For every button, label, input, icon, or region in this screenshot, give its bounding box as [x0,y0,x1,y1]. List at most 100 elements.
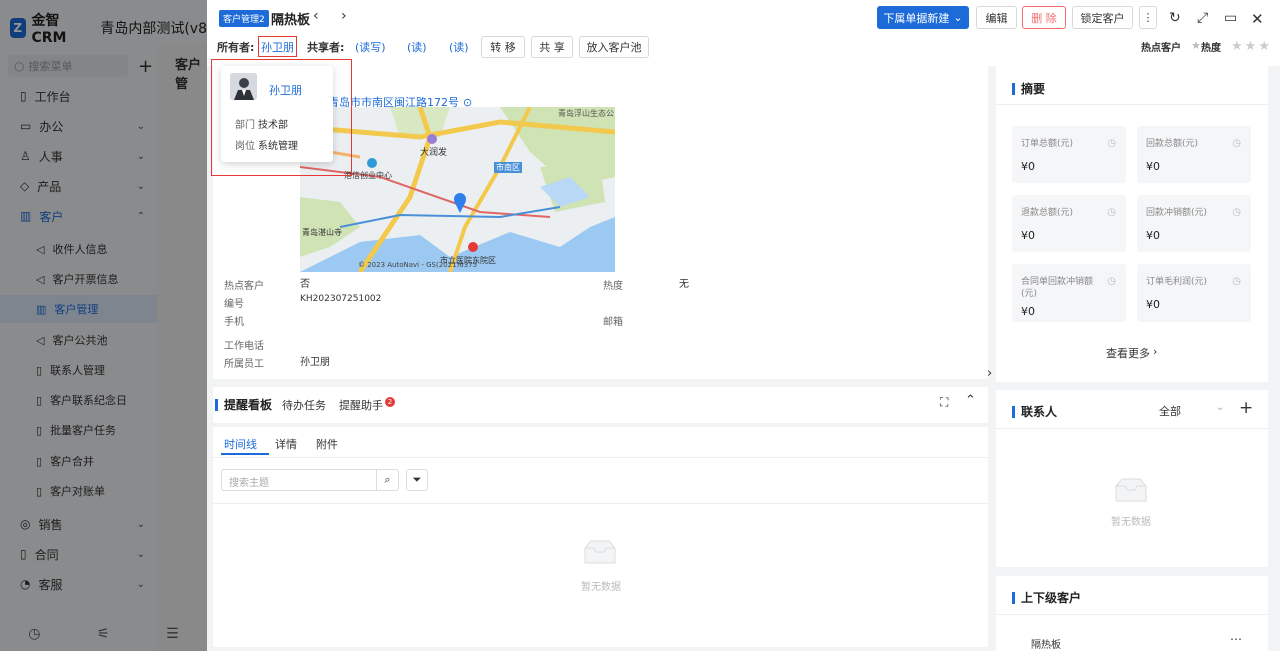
move-to-pool-button[interactable]: 放入客户池 [579,36,649,58]
summary-box-writeoff[interactable]: 回款冲销额(元) ◷ ¥0 [1137,195,1251,252]
refresh-icon[interactable]: ↻ [1169,10,1181,26]
star-icon[interactable]: ★ [1191,39,1201,52]
heat-field-label: 热度 [603,281,623,292]
empty-text: 暂无数据 [581,582,621,593]
dept-value: 技术部 [258,120,288,131]
work-phone-label: 工作电话 [224,341,264,352]
collapse-up-icon[interactable]: ⌃ [965,393,976,408]
hot-customer-label: 热点客户 [1141,43,1181,54]
chevron-right-icon: › [1153,345,1158,358]
summary-title: 摘要 [1012,80,1045,97]
chevron-down-icon: ⌄ [953,11,963,24]
owner-label: 所有者: [217,41,255,54]
detail-header: 客户管理2 隔热板 ‹ › 下属单据新建 ⌄ 编辑 删 除 锁定客户 ⋮ ↻ ⤢ … [207,0,1280,66]
divider [996,104,1268,105]
summary-card: 摘要 订单总额(元) ◷ ¥0 回款总额(元) ◷ ¥0 退款总额(元) ◷ ¥0 回款冲销… [996,66,1268,382]
code-value: KH202307251002 [300,294,382,304]
contacts-title: 联系人 [1012,403,1057,420]
share-link-r[interactable]: (读) [449,39,469,55]
subtab-timeline[interactable]: 时间线 [224,436,257,452]
heat-label: 热度 [1201,43,1221,54]
next-record-icon[interactable]: › [341,8,347,24]
owner-info-popup: 孙卫朋 部门 技术部 岗位 系统管理 [221,66,333,162]
reminder-board-header: 提醒看板 待办任务 提醒助手 2 ⛶ ⌃ [213,387,988,423]
hot-customer-field-label: 热点客户 [224,281,264,292]
contacts-card: 联系人 全部 ⌄ + 暂无数据 [996,390,1268,567]
new-sub-document-button[interactable]: 下属单据新建 ⌄ [877,6,969,29]
clock-icon: ◷ [1107,276,1116,287]
summary-box-refund-total[interactable]: 退款总额(元) ◷ ¥0 [1012,195,1126,252]
staff-value: 孙卫朋 [300,357,330,368]
divider [213,503,988,504]
heat-rating[interactable]: ★★★ [1231,39,1272,54]
avatar [230,73,257,100]
map-label: 大润发 [420,148,448,158]
map-label: 市南区 [494,162,522,173]
delete-button[interactable]: 删 除 [1022,6,1066,29]
heat-value: 无 [679,279,689,290]
minimize-icon[interactable]: ▭ [1224,10,1237,26]
search-icon[interactable]: ⌕ [376,470,398,490]
summary-box-contract-writeoff[interactable]: 合同单回款冲销额(元) ◷ ¥0 [1012,264,1126,322]
code-label: 编号 [224,299,244,310]
post-value: 系统管理 [258,141,298,152]
dept-label: 部门 [235,120,255,131]
divider [996,428,1268,429]
filter-icon[interactable]: ⏷ [406,469,428,491]
mobile-label: 手机 [224,317,244,328]
more-options-icon[interactable]: ⋯ [1230,632,1242,646]
module-tag: 客户管理2 [219,10,269,27]
more-options-button[interactable]: ⋮ [1139,6,1157,29]
modal-overlay[interactable] [0,0,207,651]
reminder-title: 提醒看板 [215,396,272,413]
empty-inbox-icon [584,540,616,564]
share-label: 共享者: [307,41,345,54]
map-copyright: © 2023 AutoNavi - GS(2021)6375 [358,261,478,269]
helper-badge: 2 [385,397,395,407]
divider [213,457,988,458]
transfer-button[interactable]: 转 移 [481,36,525,58]
close-icon[interactable]: ✕ [1251,10,1264,28]
summary-box-order-total[interactable]: 订单总额(元) ◷ ¥0 [1012,126,1126,183]
clock-icon: ◷ [1232,138,1241,149]
customer-detail-drawer: 客户管理2 隔热板 ‹ › 下属单据新建 ⌄ 编辑 删 除 锁定客户 ⋮ ↻ ⤢ … [207,0,1280,651]
tab-todo[interactable]: 待办任务 [282,397,326,413]
clock-icon: ◷ [1107,138,1116,149]
email-label: 邮箱 [603,317,623,328]
parent-child-item[interactable]: 隔热板 [1031,636,1061,651]
tab-helper[interactable]: 提醒助手 [339,397,383,413]
subtab-detail[interactable]: 详情 [275,436,297,452]
subtab-attachment[interactable]: 附件 [316,436,338,452]
owner-link[interactable]: 孙卫朋 [258,36,297,57]
empty-text: 暂无数据 [1111,517,1151,528]
parent-child-customers-card: 上下级客户 隔热板 ⋯ [996,576,1268,651]
expand-icon[interactable]: ⛶ [940,395,948,410]
add-contact-icon[interactable]: + [1239,398,1253,418]
contacts-filter-select[interactable]: 全部 [1159,403,1181,419]
post-label: 岗位 [235,141,255,152]
view-more-link[interactable]: 查看更多 › [1106,345,1157,361]
clock-icon: ◷ [1232,276,1241,287]
share-button[interactable]: 共 享 [531,36,573,58]
share-link-rw[interactable]: (读写) [355,39,386,55]
lock-customer-button[interactable]: 锁定客户 [1072,6,1133,29]
clock-icon: ◷ [1232,207,1241,218]
page-title: 隔热板 [271,13,311,28]
map-label: 青岛浮山生态公 [558,109,614,118]
chevron-down-icon[interactable]: ⌄ [1216,402,1224,413]
divider [996,614,1268,615]
staff-label: 所属员工 [224,359,264,370]
empty-inbox-icon [1115,478,1147,502]
map-label: 青岛湛山寺 [302,228,342,237]
prev-record-icon[interactable]: ‹ [313,8,319,24]
reminder-board-body: 时间线 详情 附件 搜索主题 ⌕ ⏷ 暂无数据 [213,427,988,647]
summary-box-gross-profit[interactable]: 订单毛利润(元) ◷ ¥0 [1137,264,1251,322]
edit-button[interactable]: 编辑 [976,6,1017,29]
fullscreen-icon[interactable]: ⤢ [1197,10,1208,26]
active-tab-indicator [221,453,269,455]
share-link-r[interactable]: (读) [407,39,427,55]
reminder-search-input[interactable]: 搜索主题 ⌕ [221,469,399,491]
summary-box-payment-total[interactable]: 回款总额(元) ◷ ¥0 [1137,126,1251,183]
popup-name[interactable]: 孙卫朋 [269,82,302,98]
clock-icon: ◷ [1107,207,1116,218]
